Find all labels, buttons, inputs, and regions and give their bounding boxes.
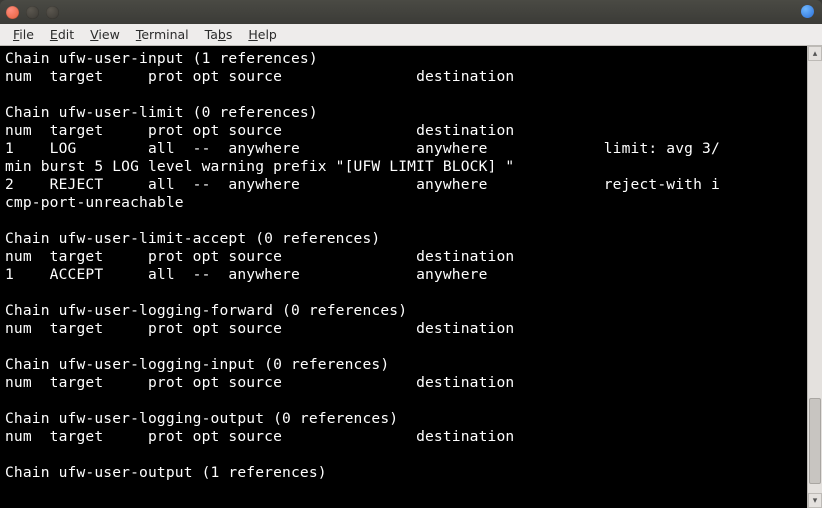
window-titlebar[interactable] — [0, 0, 822, 24]
menu-edit[interactable]: Edit — [43, 25, 81, 44]
menu-terminal-rest: erminal — [141, 27, 188, 42]
menu-file-rest: ile — [19, 27, 34, 42]
menu-file[interactable]: File — [6, 25, 41, 44]
scroll-down-button[interactable]: ▾ — [808, 493, 822, 508]
menu-terminal[interactable]: Terminal — [129, 25, 196, 44]
window-control-buttons — [6, 6, 59, 19]
minimize-window-button[interactable] — [26, 6, 39, 19]
menu-edit-rest: dit — [58, 27, 74, 42]
menu-tabs-rest: s — [226, 27, 233, 42]
menu-tabs[interactable]: Tabs — [198, 25, 240, 44]
terminal-wrapper: Chain ufw-user-input (1 references) num … — [0, 46, 822, 508]
maximize-window-button[interactable] — [46, 6, 59, 19]
vertical-scrollbar[interactable]: ▴ ▾ — [807, 46, 822, 508]
terminal-output[interactable]: Chain ufw-user-input (1 references) num … — [0, 46, 807, 508]
menu-help-rest: elp — [258, 27, 277, 42]
menu-bar: File Edit View Terminal Tabs Help — [0, 24, 822, 46]
scrollbar-thumb[interactable] — [809, 398, 821, 484]
scroll-up-button[interactable]: ▴ — [808, 46, 822, 61]
title-indicator-icon — [801, 5, 814, 18]
menu-view-rest: iew — [98, 27, 119, 42]
menu-help[interactable]: Help — [241, 25, 284, 44]
close-window-button[interactable] — [6, 6, 19, 19]
scrollbar-track[interactable] — [808, 61, 822, 493]
menu-view[interactable]: View — [83, 25, 127, 44]
